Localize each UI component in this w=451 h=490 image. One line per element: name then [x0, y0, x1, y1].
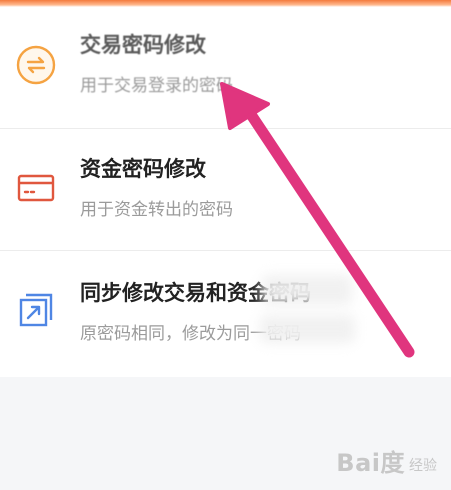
baidu-watermark: Bai度 经验 — [336, 443, 437, 478]
password-settings-list: 交易密码修改 用于交易登录的密码 资金密码修改 用于资金转出的密码 同步修改交易… — [0, 7, 451, 377]
item-subtitle: 用于资金转出的密码 — [80, 200, 233, 220]
blur-mask — [260, 315, 355, 343]
item-subtitle: 用于交易登录的密码 — [80, 76, 233, 96]
list-item-fund-password[interactable]: 资金密码修改 用于资金转出的密码 — [0, 129, 451, 251]
sync-arrow-icon — [19, 293, 53, 327]
top-header-strip — [0, 0, 451, 7]
item-title: 交易密码修改 — [80, 33, 206, 57]
card-icon — [17, 174, 55, 202]
exchange-arrows-icon — [16, 45, 56, 85]
list-item-trade-password[interactable]: 交易密码修改 用于交易登录的密码 — [0, 7, 451, 129]
item-title: 资金密码修改 — [80, 157, 206, 181]
list-item-sync-password[interactable]: 同步修改交易和资金密码 原密码相同，修改为同一密码 — [0, 251, 451, 377]
watermark-text: 经验 — [409, 458, 437, 474]
blur-mask — [262, 275, 352, 305]
watermark-logo: Bai度 — [336, 449, 405, 477]
